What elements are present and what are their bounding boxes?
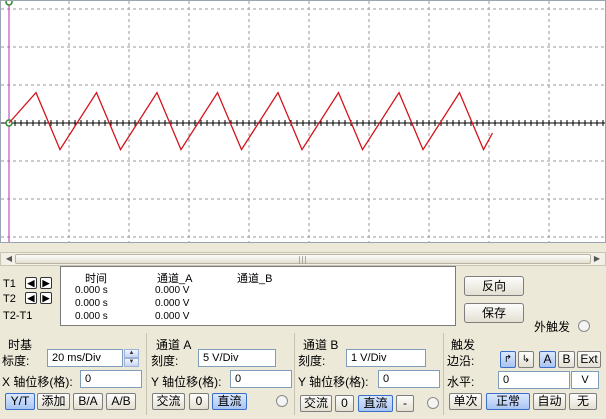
- t2-left-arrow-icon[interactable]: ◀: [25, 292, 37, 304]
- timebase-scale-spinner[interactable]: ▲ ▼: [124, 349, 139, 367]
- trigger-level-field[interactable]: 0: [498, 371, 570, 389]
- timebase-scale-field[interactable]: 20 ms/Div: [47, 349, 123, 367]
- divider: [294, 333, 295, 415]
- waveform-plot: [1, 1, 605, 242]
- spin-up-icon[interactable]: ▲: [124, 349, 139, 358]
- oscilloscope-screen: [0, 0, 606, 243]
- channel-b-y-position-label: Y 轴位移(格):: [298, 375, 369, 389]
- channel-a-trace: [8, 91, 494, 152]
- channel-b-dc-button[interactable]: 直流: [358, 395, 393, 412]
- channel-b-zero-button[interactable]: 0: [335, 395, 354, 412]
- channel-a-ac-button[interactable]: 交流: [152, 393, 185, 410]
- channel-b-radio[interactable]: [427, 397, 439, 409]
- trigger-normal-button[interactable]: 正常: [486, 393, 530, 410]
- col-channel-a-header: 通道_A: [157, 273, 193, 285]
- external-trigger-label: 外触发: [534, 320, 571, 334]
- trigger-single-button[interactable]: 单次: [449, 393, 482, 410]
- save-button[interactable]: 保存: [464, 303, 524, 323]
- channel-a-title: 通道 A: [156, 338, 192, 352]
- trigger-level-unit[interactable]: V: [571, 371, 599, 389]
- x-position-label: X 轴位移(格):: [2, 375, 73, 389]
- trigger-b-button[interactable]: B: [558, 351, 575, 368]
- channel-b-ac-button[interactable]: 交流: [300, 395, 332, 412]
- channel-b-y-position-field[interactable]: 0: [378, 370, 440, 388]
- mode-yt-button[interactable]: Y/T: [5, 393, 35, 410]
- t1-channel-a-value: 0.000 V: [155, 285, 190, 296]
- x-position-field[interactable]: 0: [80, 370, 142, 388]
- mode-ba-button[interactable]: B/A: [73, 393, 103, 410]
- t1-left-arrow-icon[interactable]: ◀: [25, 277, 37, 289]
- t2-right-arrow-icon[interactable]: ▶: [40, 292, 52, 304]
- col-channel-b-header: 通道_B: [237, 273, 273, 285]
- trigger-ext-button[interactable]: Ext: [577, 351, 601, 368]
- divider: [443, 333, 444, 415]
- channel-b-scale-field[interactable]: 1 V/Div: [346, 349, 426, 367]
- t1-right-arrow-icon[interactable]: ▶: [40, 277, 52, 289]
- col-time-header: 时间: [85, 273, 107, 285]
- scroll-left-icon[interactable]: ◀: [2, 253, 16, 265]
- falling-edge-icon[interactable]: ↳: [518, 351, 534, 368]
- horizontal-scrollbar[interactable]: ◀ ||| ▶: [0, 252, 606, 266]
- channel-a-radio[interactable]: [276, 395, 288, 407]
- cursor-t1-label: T1: [3, 278, 16, 290]
- channel-a-scale-field[interactable]: 5 V/Div: [198, 349, 276, 367]
- diff-channel-a-value: 0.000 V: [155, 311, 190, 322]
- t2-time-value: 0.000 s: [75, 298, 108, 309]
- channel-b-scale-label: 刻度:: [298, 354, 326, 368]
- trigger-none-button[interactable]: 无: [569, 393, 597, 410]
- t1-time-value: 0.000 s: [75, 285, 108, 296]
- channel-b-minus-button[interactable]: -: [396, 395, 414, 412]
- scroll-right-icon[interactable]: ▶: [590, 253, 604, 265]
- external-trigger-radio[interactable]: [578, 320, 590, 332]
- trigger-title: 触发: [451, 338, 476, 352]
- mode-add-button[interactable]: 添加: [37, 393, 70, 410]
- trigger-level-label: 水平:: [447, 375, 475, 389]
- channel-a-scale-label: 刻度:: [151, 354, 179, 368]
- spin-down-icon[interactable]: ▼: [124, 358, 139, 367]
- channel-a-zero-button[interactable]: 0: [189, 393, 209, 410]
- trigger-marker: [5, 1, 13, 6]
- rising-edge-icon[interactable]: ↱: [500, 351, 516, 368]
- channel-a-dc-button[interactable]: 直流: [212, 393, 247, 410]
- channel-a-y-position-label: Y 轴位移(格):: [151, 375, 222, 389]
- channel-b-title: 通道 B: [303, 338, 339, 352]
- reverse-button[interactable]: 反向: [464, 276, 524, 296]
- divider: [146, 333, 147, 415]
- cursor-t2-label: T2: [3, 293, 16, 305]
- timebase-title: 时基: [8, 338, 33, 352]
- t2-channel-a-value: 0.000 V: [155, 298, 190, 309]
- trigger-edge-label: 边沿:: [447, 354, 475, 368]
- measurement-readout: 时间 通道_A 通道_B 0.000 s 0.000 V 0.000 s 0.0…: [60, 266, 456, 326]
- mode-ab-button[interactable]: A/B: [106, 393, 136, 410]
- channel-a-y-position-field[interactable]: 0: [230, 370, 292, 388]
- timebase-scale-label: 标度:: [2, 354, 30, 368]
- diff-time-value: 0.000 s: [75, 311, 108, 322]
- trigger-a-button[interactable]: A: [539, 351, 556, 368]
- trigger-auto-button[interactable]: 自动: [533, 393, 566, 410]
- cursor-diff-label: T2-T1: [3, 310, 33, 322]
- scroll-thumb[interactable]: |||: [15, 254, 591, 264]
